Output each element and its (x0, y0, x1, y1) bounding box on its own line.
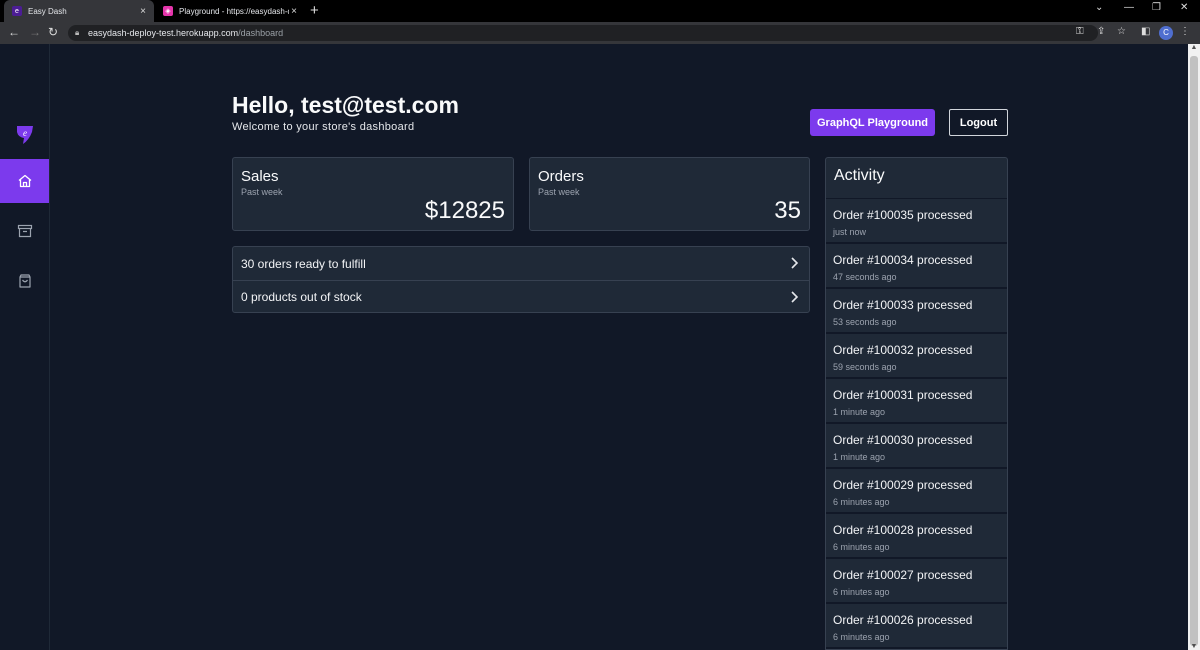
tab-playground[interactable]: ◈ Playground - https://easydash-d × (155, 0, 305, 22)
tab-easy-dash[interactable]: e Easy Dash × (4, 0, 154, 22)
activity-text: Order #100028 processed (833, 523, 973, 537)
home-icon (18, 174, 31, 188)
activity-text: Order #100026 processed (833, 613, 973, 627)
list-item: Order #100026 processed 6 minutes ago (826, 604, 1007, 649)
svg-text:e: e (23, 128, 27, 138)
activity-text: Order #100029 processed (833, 478, 973, 492)
list-item: Order #100030 processed 1 minute ago (826, 424, 1007, 469)
list-item: Order #100031 processed 1 minute ago (826, 379, 1007, 424)
chevron-right-icon (791, 257, 799, 269)
profile-avatar[interactable]: C (1159, 26, 1173, 40)
tab-title: Playground - https://easydash-d (179, 6, 289, 16)
card-title: Orders (538, 168, 584, 185)
sales-value: $12825 (424, 197, 505, 224)
activity-text: Order #100034 processed (833, 253, 973, 267)
star-icon[interactable]: ☆ (1117, 26, 1126, 37)
list-item: Order #100033 processed 53 seconds ago (826, 289, 1007, 334)
shopping-bag-icon (18, 274, 31, 288)
activity-text: Order #100033 processed (833, 298, 973, 312)
sidebar-item-shopping-bag[interactable] (0, 259, 49, 303)
restore-icon[interactable]: ❐ (1152, 2, 1161, 13)
page-scrollbar[interactable]: ▲ ▼ (1188, 44, 1200, 650)
lock-icon: 🔒︎ (75, 28, 80, 37)
close-tab-icon[interactable]: × (291, 6, 297, 17)
orders-value: 35 (774, 197, 801, 224)
activity-time: 6 minutes ago (833, 542, 890, 552)
sales-card: Sales Past week $12825 (232, 157, 514, 231)
activity-time: 1 minute ago (833, 407, 886, 417)
browser-toolbar: ← → ↻ 🔒︎ easydash-deploy-test.herokuapp.… (0, 22, 1200, 44)
close-tab-icon[interactable]: × (140, 6, 146, 17)
tab-search-icon[interactable]: ⌄ (1095, 2, 1103, 13)
list-item-orders-to-fulfill[interactable]: 30 orders ready to fulfill (233, 247, 809, 280)
activity-text: Order #100027 processed (833, 568, 973, 582)
tab-title: Easy Dash (28, 6, 67, 16)
forward-icon[interactable]: → (29, 25, 41, 39)
list-item: Order #100035 processed just now (826, 199, 1007, 244)
activity-time: 1 minute ago (833, 452, 886, 462)
key-icon[interactable]: ⚿ (1076, 26, 1084, 37)
list-item: Order #100034 processed 47 seconds ago (826, 244, 1007, 289)
sidebar-item-home[interactable] (0, 159, 49, 203)
archive-icon (17, 224, 32, 238)
reload-icon[interactable]: ↻ (48, 25, 58, 39)
graphql-playground-button[interactable]: GraphQL Playground (810, 109, 935, 136)
card-title: Sales (241, 168, 279, 185)
scroll-down-icon[interactable]: ▼ (1188, 643, 1200, 650)
easy-dash-favicon-icon: e (12, 6, 22, 16)
list-item: Order #100029 processed 6 minutes ago (826, 469, 1007, 514)
url-path: /dashboard (238, 28, 284, 38)
orders-card: Orders Past week 35 (529, 157, 810, 231)
scrollbar-thumb[interactable] (1190, 56, 1198, 646)
side-panel-icon[interactable]: ◧ (1141, 26, 1150, 37)
url-host: easydash-deploy-test.herokuapp.com (88, 28, 239, 38)
graphql-favicon-icon: ◈ (163, 6, 173, 16)
list-item-label: 0 products out of stock (241, 290, 362, 304)
activity-time: 6 minutes ago (833, 497, 890, 507)
activity-panel: Activity Order #100035 processed just now… (825, 157, 1008, 650)
activity-time: 6 minutes ago (833, 632, 890, 642)
new-tab-button[interactable]: + (310, 2, 319, 19)
activity-text: Order #100030 processed (833, 433, 973, 447)
list-item: Order #100032 processed 59 seconds ago (826, 334, 1007, 379)
list-item: Order #100027 processed 6 minutes ago (826, 559, 1007, 604)
back-icon[interactable]: ← (8, 25, 20, 39)
activity-title: Activity (826, 158, 1007, 199)
scroll-up-icon[interactable]: ▲ (1188, 44, 1200, 51)
share-icon[interactable]: ⇪ (1097, 26, 1105, 37)
list-item-out-of-stock[interactable]: 0 products out of stock (233, 280, 809, 313)
sidebar: e (0, 44, 50, 650)
card-period: Past week (241, 187, 283, 197)
list-item-label: 30 orders ready to fulfill (241, 256, 366, 271)
menu-icon[interactable]: ⋮ (1180, 26, 1190, 37)
close-window-icon[interactable]: ✕ (1180, 2, 1188, 13)
minimize-icon[interactable]: — (1124, 2, 1134, 13)
page-title: Hello, test@test.com (232, 92, 459, 118)
page-subtitle: Welcome to your store's dashboard (232, 121, 415, 133)
activity-time: 53 seconds ago (833, 317, 897, 327)
activity-time: 6 minutes ago (833, 587, 890, 597)
activity-time: 59 seconds ago (833, 362, 897, 372)
tasks-list: 30 orders ready to fulfill 0 products ou… (232, 246, 810, 313)
activity-time: just now (833, 227, 867, 237)
browser-tab-bar: e Easy Dash × ◈ Playground - https://eas… (0, 0, 1200, 22)
activity-text: Order #100032 processed (833, 343, 973, 357)
list-item: Order #100028 processed 6 minutes ago (826, 514, 1007, 559)
easy-dash-logo-icon[interactable]: e (15, 123, 35, 145)
chevron-right-icon (791, 291, 799, 303)
sidebar-item-archive[interactable] (0, 209, 49, 253)
activity-time: 47 seconds ago (833, 272, 897, 282)
activity-text: Order #100031 processed (833, 388, 973, 402)
card-period: Past week (538, 187, 580, 197)
activity-text: Order #100035 processed (833, 208, 973, 222)
logout-button[interactable]: Logout (949, 109, 1008, 136)
address-bar[interactable]: 🔒︎ easydash-deploy-test.herokuapp.com/da… (68, 25, 1098, 41)
